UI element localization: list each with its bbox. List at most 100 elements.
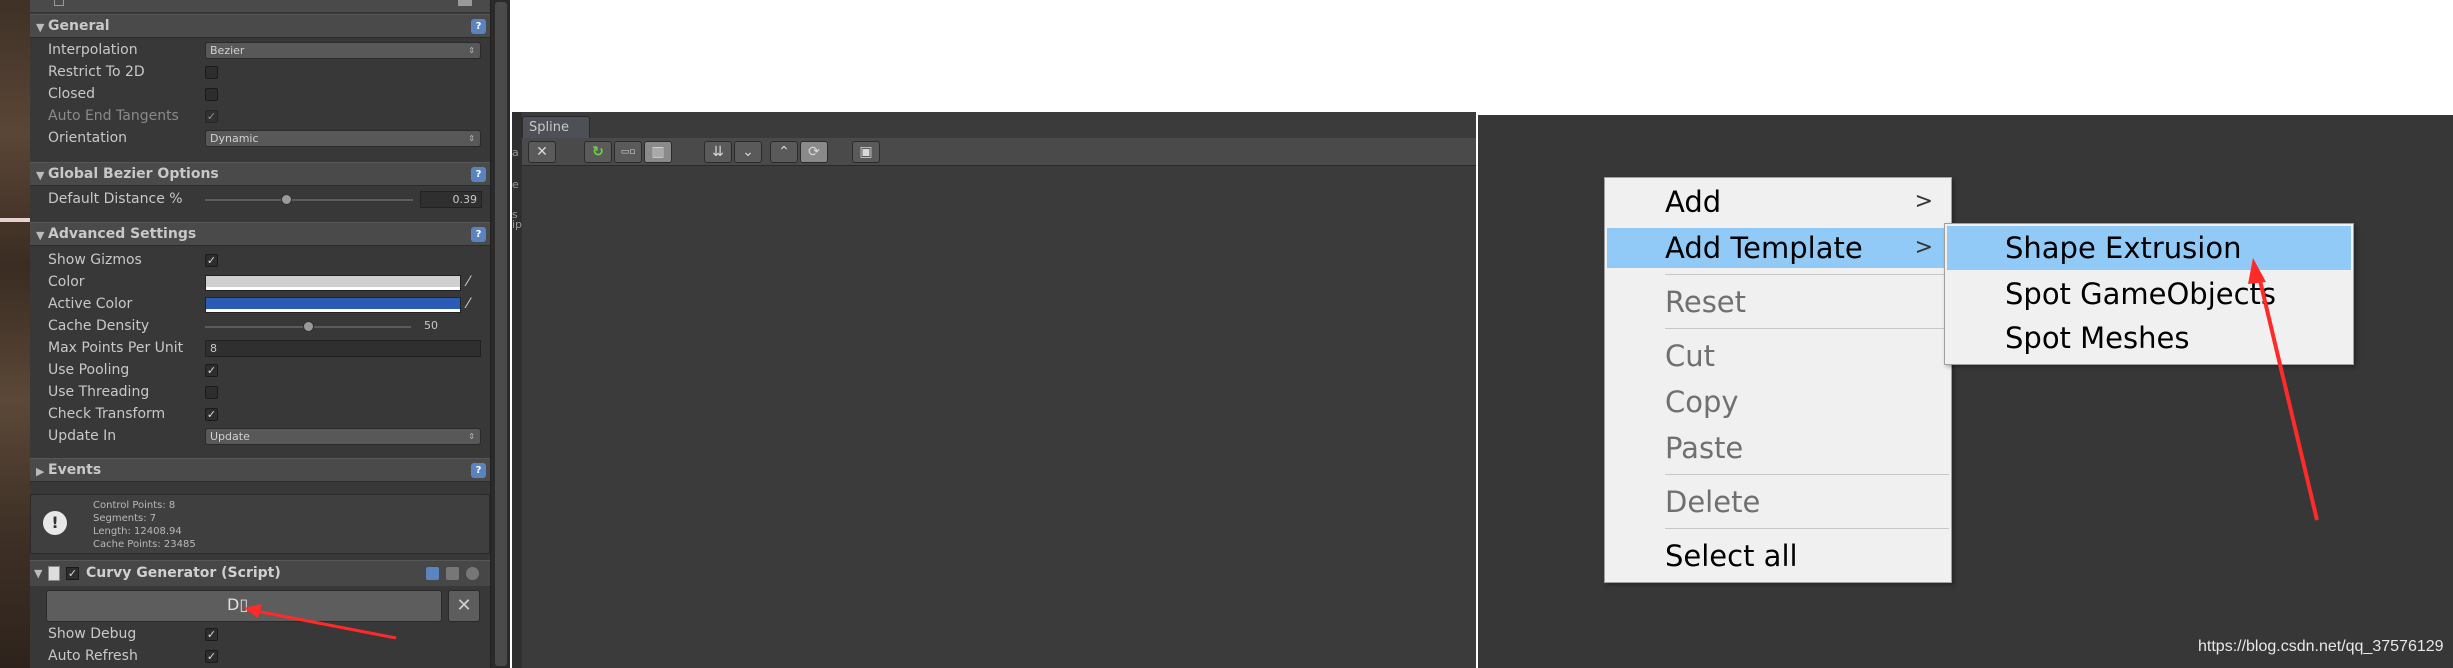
menu-item-select-all[interactable]: Select all: [1607, 536, 1949, 576]
cache-density-field[interactable]: 50: [420, 318, 482, 335]
closed-checkbox[interactable]: [205, 88, 218, 101]
expand-all-icon[interactable]: ⇊: [704, 141, 732, 163]
foldout-arrow-icon[interactable]: ▼: [36, 21, 44, 34]
open-graph-button[interactable]: D▯: [46, 590, 442, 622]
add-template-submenu: Shape Extrusion Spot GameObjects Spot Me…: [1944, 223, 2354, 365]
graph-editor-icon: D▯: [227, 595, 249, 614]
help-icon[interactable]: ?: [471, 463, 486, 478]
chevron-up-icon[interactable]: ⌃: [770, 141, 798, 163]
inspector-scrollbar[interactable]: [490, 0, 510, 668]
interpolation-value: Bezier: [210, 44, 245, 57]
update-in-dropdown[interactable]: Update ⇕: [205, 428, 481, 445]
chevron-down-icon[interactable]: ⌄: [734, 141, 762, 163]
edge-label: ip: [512, 218, 523, 231]
component-enable-checkbox[interactable]: ✓: [66, 567, 79, 580]
row-restrict-2d: Restrict To 2D: [30, 62, 490, 84]
active-color-swatch[interactable]: [205, 297, 461, 313]
auto-end-tangents-checkbox[interactable]: ✓: [205, 110, 218, 123]
row-auto-refresh: Auto Refresh ✓: [30, 646, 490, 668]
show-gizmos-checkbox[interactable]: ✓: [205, 254, 218, 267]
orientation-dropdown[interactable]: Dynamic ⇕: [205, 130, 481, 147]
row-active-color: Active Color ⁄: [30, 294, 490, 316]
menu-item-paste[interactable]: Paste: [1607, 428, 1949, 468]
show-debug-checkbox[interactable]: ✓: [205, 628, 218, 641]
eyedropper-icon[interactable]: ⁄: [467, 274, 469, 290]
foldout-arrow-icon[interactable]: ▼: [36, 229, 44, 242]
gear-icon[interactable]: [466, 567, 479, 580]
spline-toolbar: ✕ ↻ ▭▫ ▥ ⇊ ⌄ ⌃ ⟳ ▣: [522, 138, 1476, 166]
help-icon[interactable]: ?: [471, 167, 486, 182]
menu-item-add[interactable]: Add >: [1607, 182, 1949, 222]
section-advanced-settings[interactable]: ▼ Advanced Settings ?: [30, 222, 490, 246]
dropdown-caret-icon: ⇕: [468, 134, 475, 143]
menu-item-reset[interactable]: Reset: [1607, 282, 1949, 322]
foldout-arrow-icon[interactable]: ▶: [36, 465, 44, 478]
color-swatch[interactable]: [205, 275, 461, 291]
section-general[interactable]: ▼ General ?: [30, 14, 490, 38]
max-points-field[interactable]: 8: [205, 340, 481, 357]
interpolation-dropdown[interactable]: Bezier ⇕: [205, 42, 481, 59]
section-events[interactable]: ▶ Events ?: [30, 458, 490, 482]
menu-item-delete[interactable]: Delete: [1607, 482, 1949, 522]
clear-button[interactable]: ✕: [448, 590, 480, 622]
help-icon[interactable]: ?: [471, 19, 486, 34]
eyedropper-icon[interactable]: ⁄: [467, 296, 469, 312]
foldout-arrow-icon[interactable]: ▼: [36, 169, 44, 182]
check-transform-checkbox[interactable]: ✓: [205, 408, 218, 421]
cache-density-slider-knob[interactable]: [303, 321, 314, 332]
help-icon[interactable]: [426, 567, 439, 580]
section-title: Events: [48, 462, 102, 478]
use-pooling-label: Use Pooling: [48, 362, 130, 378]
delete-button[interactable]: ✕: [528, 141, 556, 163]
restrict-2d-checkbox[interactable]: [205, 66, 218, 79]
component-menu-icon[interactable]: [458, 0, 472, 6]
help-icon[interactable]: ?: [471, 227, 486, 242]
row-show-debug: Show Debug ✓: [30, 624, 490, 646]
default-distance-label: Default Distance %: [48, 191, 183, 207]
foldout-arrow-icon[interactable]: ▼: [34, 567, 42, 580]
component-checkbox[interactable]: [54, 0, 64, 6]
row-max-points: Max Points Per Unit 8: [30, 338, 490, 360]
toggle-ids-icon[interactable]: ▭▫: [614, 141, 642, 163]
refresh-icon[interactable]: ↻: [584, 141, 612, 163]
max-points-label: Max Points Per Unit: [48, 340, 184, 356]
auto-refresh-checkbox[interactable]: ✓: [205, 650, 218, 663]
curvy-generator-header[interactable]: ▼ ✓ Curvy Generator (Script): [30, 560, 490, 586]
row-default-distance: Default Distance % 0.39: [30, 189, 490, 211]
section-global-bezier[interactable]: ▼ Global Bezier Options ?: [30, 162, 490, 186]
save-icon[interactable]: ▣: [852, 141, 880, 163]
row-auto-end-tangents: Auto End Tangents ✓: [30, 106, 490, 128]
use-pooling-checkbox[interactable]: ✓: [205, 364, 218, 377]
menu-separator: [1665, 274, 1949, 275]
cache-density-label: Cache Density: [48, 318, 150, 334]
row-use-pooling: Use Pooling ✓: [30, 360, 490, 382]
sync-icon[interactable]: ⟳: [800, 141, 828, 163]
inspector-body: ▼ General ? Interpolation Bezier ⇕ Restri…: [30, 0, 490, 668]
default-distance-field[interactable]: 0.39: [420, 191, 482, 208]
active-color-label: Active Color: [48, 296, 133, 312]
submenu-item-spot-meshes[interactable]: Spot Meshes: [1947, 316, 2351, 360]
submenu-item-spot-gameobjects[interactable]: Spot GameObjects: [1947, 272, 2351, 316]
preset-icon[interactable]: [446, 567, 459, 580]
scrollbar-thumb[interactable]: [495, 2, 507, 666]
menu-item-cut[interactable]: Cut: [1607, 336, 1949, 376]
statistics-icon[interactable]: ▥: [644, 141, 672, 163]
menu-separator: [1665, 328, 1949, 329]
menu-item-copy[interactable]: Copy: [1607, 382, 1949, 422]
orientation-label: Orientation: [48, 130, 128, 146]
use-threading-checkbox[interactable]: [205, 386, 218, 399]
tab-spline[interactable]: Spline: [522, 116, 590, 138]
dropdown-caret-icon: ⇕: [468, 432, 475, 441]
scene-background-strip: [0, 0, 30, 668]
show-gizmos-label: Show Gizmos: [48, 252, 142, 268]
submenu-item-shape-extrusion[interactable]: Shape Extrusion: [1947, 226, 2351, 270]
default-distance-slider-knob[interactable]: [281, 194, 293, 205]
info-icon: !: [43, 511, 67, 535]
menu-item-add-template[interactable]: Add Template >: [1607, 228, 1949, 268]
row-show-gizmos: Show Gizmos ✓: [30, 250, 490, 272]
default-distance-slider-track[interactable]: [205, 199, 413, 201]
row-color: Color ⁄: [30, 272, 490, 294]
section-title: Advanced Settings: [48, 226, 197, 242]
row-use-threading: Use Threading: [30, 382, 490, 404]
previous-component-header[interactable]: [30, 0, 490, 12]
